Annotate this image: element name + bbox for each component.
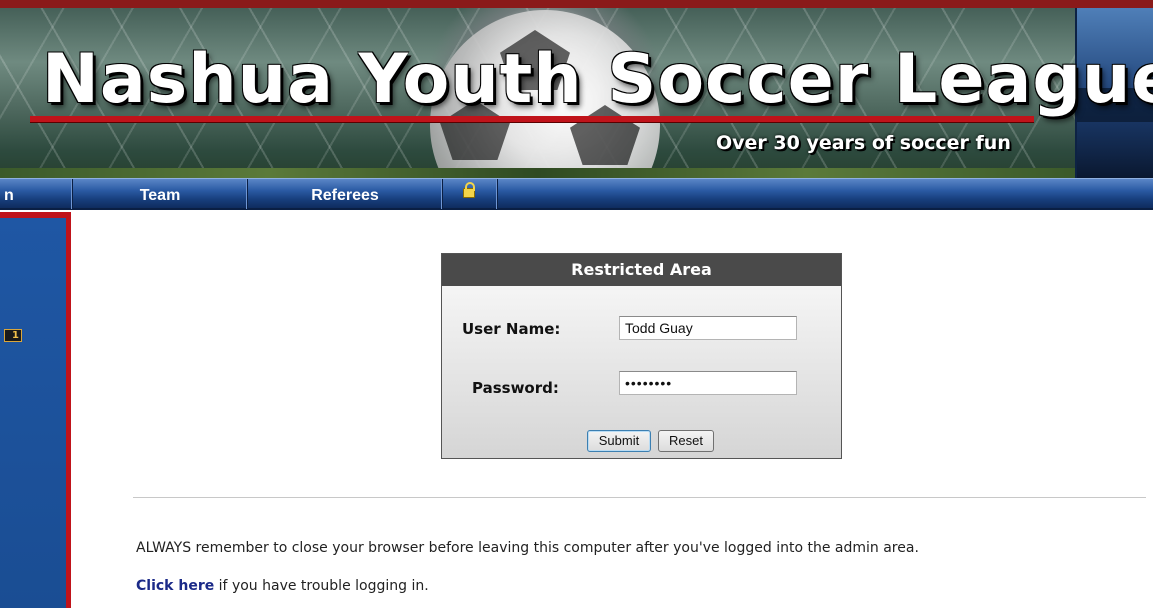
grass-strip [0, 168, 1075, 178]
logout-warning-text: ALWAYS remember to close your browser be… [136, 540, 919, 556]
content-divider [133, 497, 1146, 498]
username-input[interactable]: Todd Guay [619, 316, 797, 340]
submit-button[interactable]: Submit [587, 430, 651, 452]
site-banner: Nashua Youth Soccer League Over 30 years… [0, 0, 1153, 178]
help-line: Click here if you have trouble logging i… [136, 578, 429, 594]
username-label: User Name: [462, 320, 561, 338]
nav-item-truncated[interactable]: n [0, 179, 73, 209]
left-sidebar: 1 [0, 212, 71, 608]
nav-item-admin-lock[interactable] [443, 179, 498, 209]
password-input[interactable]: •••••••• [619, 371, 797, 395]
sidebar-badge[interactable]: 1 [4, 329, 22, 342]
nav-item-team[interactable]: Team [73, 179, 248, 209]
nav-item-referees[interactable]: Referees [248, 179, 443, 209]
main-nav: n Team Referees [0, 178, 1153, 210]
password-label: Password: [472, 379, 559, 397]
reset-button[interactable]: Reset [658, 430, 714, 452]
login-panel-title: Restricted Area [442, 254, 841, 286]
site-title: Nashua Youth Soccer League [42, 40, 1153, 119]
site-tagline: Over 30 years of soccer fun [716, 132, 1011, 154]
help-text: if you have trouble logging in. [214, 578, 429, 594]
help-link[interactable]: Click here [136, 578, 214, 594]
login-panel: Restricted Area User Name: Todd Guay Pas… [441, 253, 842, 459]
lock-icon [463, 182, 475, 198]
title-underline [30, 116, 1034, 122]
banner-top-stripe [0, 0, 1153, 8]
